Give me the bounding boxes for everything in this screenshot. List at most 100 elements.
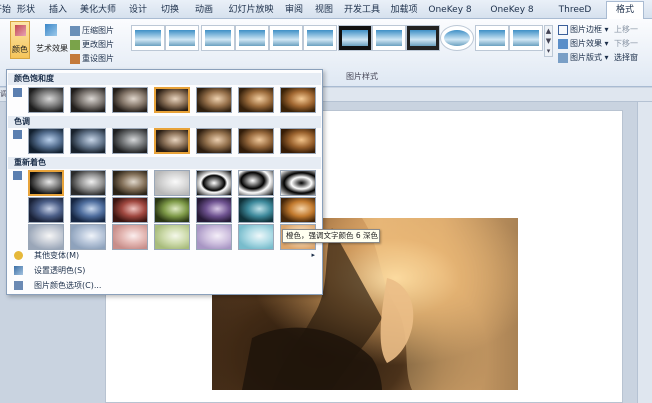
recolor-option-16[interactable] — [70, 224, 106, 250]
picture-border-button[interactable]: 图片边框 ▾ — [558, 24, 609, 35]
picture-style-12[interactable] — [509, 25, 543, 51]
recolor-option-3[interactable] — [112, 170, 148, 196]
saturation-icon — [13, 88, 22, 97]
picture-layout-button[interactable]: 图片版式 ▾ — [558, 52, 609, 63]
recolor-option-8[interactable] — [28, 197, 64, 223]
recolor-option-2[interactable] — [70, 170, 106, 196]
recolor-icon — [13, 171, 22, 180]
art-effects-button[interactable]: 艺术效果 — [36, 21, 68, 59]
tone-option-2[interactable] — [70, 128, 106, 154]
recolor-option-20[interactable] — [238, 224, 274, 250]
reset-picture-button[interactable]: 重设图片 — [70, 53, 114, 64]
picture-style-11[interactable] — [475, 25, 509, 51]
saturation-option-6[interactable] — [238, 87, 274, 113]
reset-picture-label: 重设图片 — [82, 54, 114, 63]
picture-style-1[interactable] — [131, 25, 165, 51]
saturation-option-7[interactable] — [280, 87, 316, 113]
art-effects-label: 艺术效果 — [36, 44, 68, 53]
recolor-option-1[interactable] — [28, 170, 64, 196]
tab-transitions[interactable]: 切换 — [158, 3, 182, 18]
recolor-option-12[interactable] — [196, 197, 232, 223]
tone-option-6[interactable] — [238, 128, 274, 154]
color-icon — [15, 25, 26, 36]
saturation-option-5[interactable] — [196, 87, 232, 113]
recolor-option-5[interactable] — [196, 170, 232, 196]
submenu-arrow-icon: ▸ — [311, 251, 315, 259]
recolor-option-6[interactable] — [238, 170, 274, 196]
tone-option-3[interactable] — [112, 128, 148, 154]
picture-style-5[interactable] — [269, 25, 303, 51]
saturation-option-4[interactable] — [154, 87, 190, 113]
tab-animations[interactable]: 动画 — [192, 3, 216, 18]
tab-insert[interactable]: 插入 — [46, 3, 70, 18]
tab-addins[interactable]: 加载项 — [389, 3, 419, 18]
compress-label: 压缩图片 — [82, 26, 114, 35]
border-icon — [558, 24, 568, 35]
ribbon-tab-row: 开始 形状 插入 美化大师 设计 切换 动画 幻灯片放映 审阅 视图 开发工具 … — [0, 0, 652, 30]
tab-home[interactable]: 开始 — [0, 3, 12, 18]
color-dropdown: 颜色饱和度 色调 重新着色 其他变体(M) ▸ 设置透明色(S) 图片颜色选项(… — [6, 69, 323, 295]
picture-border-label: 图片边框 — [570, 25, 602, 34]
recolor-option-7[interactable] — [280, 170, 316, 196]
bring-forward-button[interactable]: 上移一 — [614, 24, 638, 35]
picture-layout-label: 图片版式 — [570, 53, 602, 62]
more-variations-item[interactable]: 其他变体(M) ▸ — [8, 248, 321, 263]
color-options-label: 图片颜色选项(C)... — [34, 281, 102, 290]
picture-style-4[interactable] — [235, 25, 269, 51]
tab-review[interactable]: 审阅 — [282, 3, 306, 18]
picture-effects-button[interactable]: 图片效果 ▾ — [558, 38, 609, 49]
tab-design[interactable]: 设计 — [126, 3, 150, 18]
saturation-option-3[interactable] — [112, 87, 148, 113]
recolor-option-19[interactable] — [196, 224, 232, 250]
set-transparent-item[interactable]: 设置透明色(S) — [8, 263, 321, 278]
color-button[interactable]: 颜色 — [10, 21, 30, 59]
vertical-ruler — [637, 102, 652, 403]
picture-style-2[interactable] — [165, 25, 199, 51]
gallery-scroll[interactable]: ▲ ▼ ▾ — [544, 25, 553, 57]
picture-style-3[interactable] — [201, 25, 235, 51]
tab-beautify[interactable]: 美化大师 — [80, 3, 116, 18]
tab-threed[interactable]: ThreeD 2.1 — [552, 3, 598, 30]
saturation-option-1[interactable] — [28, 87, 64, 113]
tab-onekey8plus[interactable]: OneKey 8 Plus — [480, 3, 544, 30]
color-options-item[interactable]: 图片颜色选项(C)... — [8, 278, 321, 293]
tab-developer[interactable]: 开发工具 — [343, 3, 381, 18]
layout-icon — [558, 52, 568, 63]
picture-style-8[interactable] — [372, 25, 406, 51]
change-picture-button[interactable]: 更改图片 — [70, 39, 114, 50]
compress-icon — [70, 25, 80, 36]
selection-pane-button[interactable]: 选择窗 — [614, 52, 638, 63]
recolor-header: 重新着色 — [8, 157, 321, 169]
send-backward-button[interactable]: 下移一 — [614, 38, 638, 49]
picture-style-6[interactable] — [303, 25, 337, 51]
recolor-option-18[interactable] — [154, 224, 190, 250]
tone-option-4[interactable] — [154, 128, 190, 154]
recolor-option-9[interactable] — [70, 197, 106, 223]
set-transparent-label: 设置透明色(S) — [34, 266, 86, 275]
recolor-option-10[interactable] — [112, 197, 148, 223]
recolor-option-14[interactable] — [280, 197, 316, 223]
recolor-option-13[interactable] — [238, 197, 274, 223]
saturation-option-2[interactable] — [70, 87, 106, 113]
tone-option-1[interactable] — [28, 128, 64, 154]
tooltip: 橙色，强调文字颜色 6 深色 — [282, 229, 380, 243]
recolor-option-11[interactable] — [154, 197, 190, 223]
tone-option-5[interactable] — [196, 128, 232, 154]
tab-format[interactable]: 格式 — [606, 1, 644, 20]
picture-style-9[interactable] — [406, 25, 440, 51]
recolor-option-15[interactable] — [28, 224, 64, 250]
art-effects-icon — [45, 24, 57, 36]
pen-icon — [14, 266, 23, 275]
change-picture-label: 更改图片 — [82, 40, 114, 49]
picture-style-10[interactable] — [440, 25, 474, 51]
tab-view[interactable]: 视图 — [312, 3, 336, 18]
recolor-option-4[interactable] — [154, 170, 190, 196]
recolor-option-17[interactable] — [112, 224, 148, 250]
tab-shapes[interactable]: 形状 — [14, 3, 38, 18]
picture-style-7[interactable] — [338, 25, 372, 51]
tab-slideshow[interactable]: 幻灯片放映 — [226, 3, 276, 18]
saturation-header: 颜色饱和度 — [8, 73, 321, 85]
tone-option-7[interactable] — [280, 128, 316, 154]
compress-button[interactable]: 压缩图片 — [70, 25, 114, 36]
tab-onekey8[interactable]: OneKey 8 — [428, 3, 472, 18]
